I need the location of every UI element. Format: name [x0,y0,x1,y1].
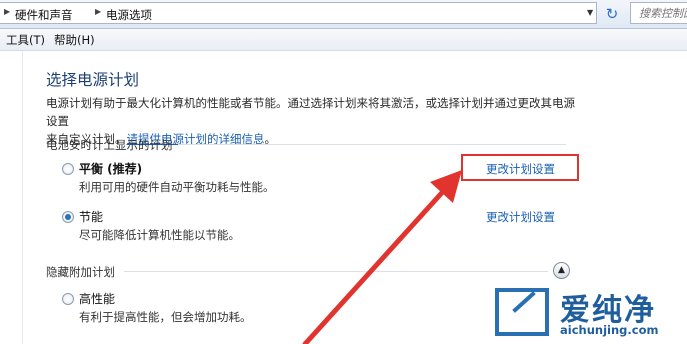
watermark-url: aichunjing.com [560,323,659,337]
annotation-arrow-shaft [302,183,451,344]
watermark-logo [495,288,549,336]
